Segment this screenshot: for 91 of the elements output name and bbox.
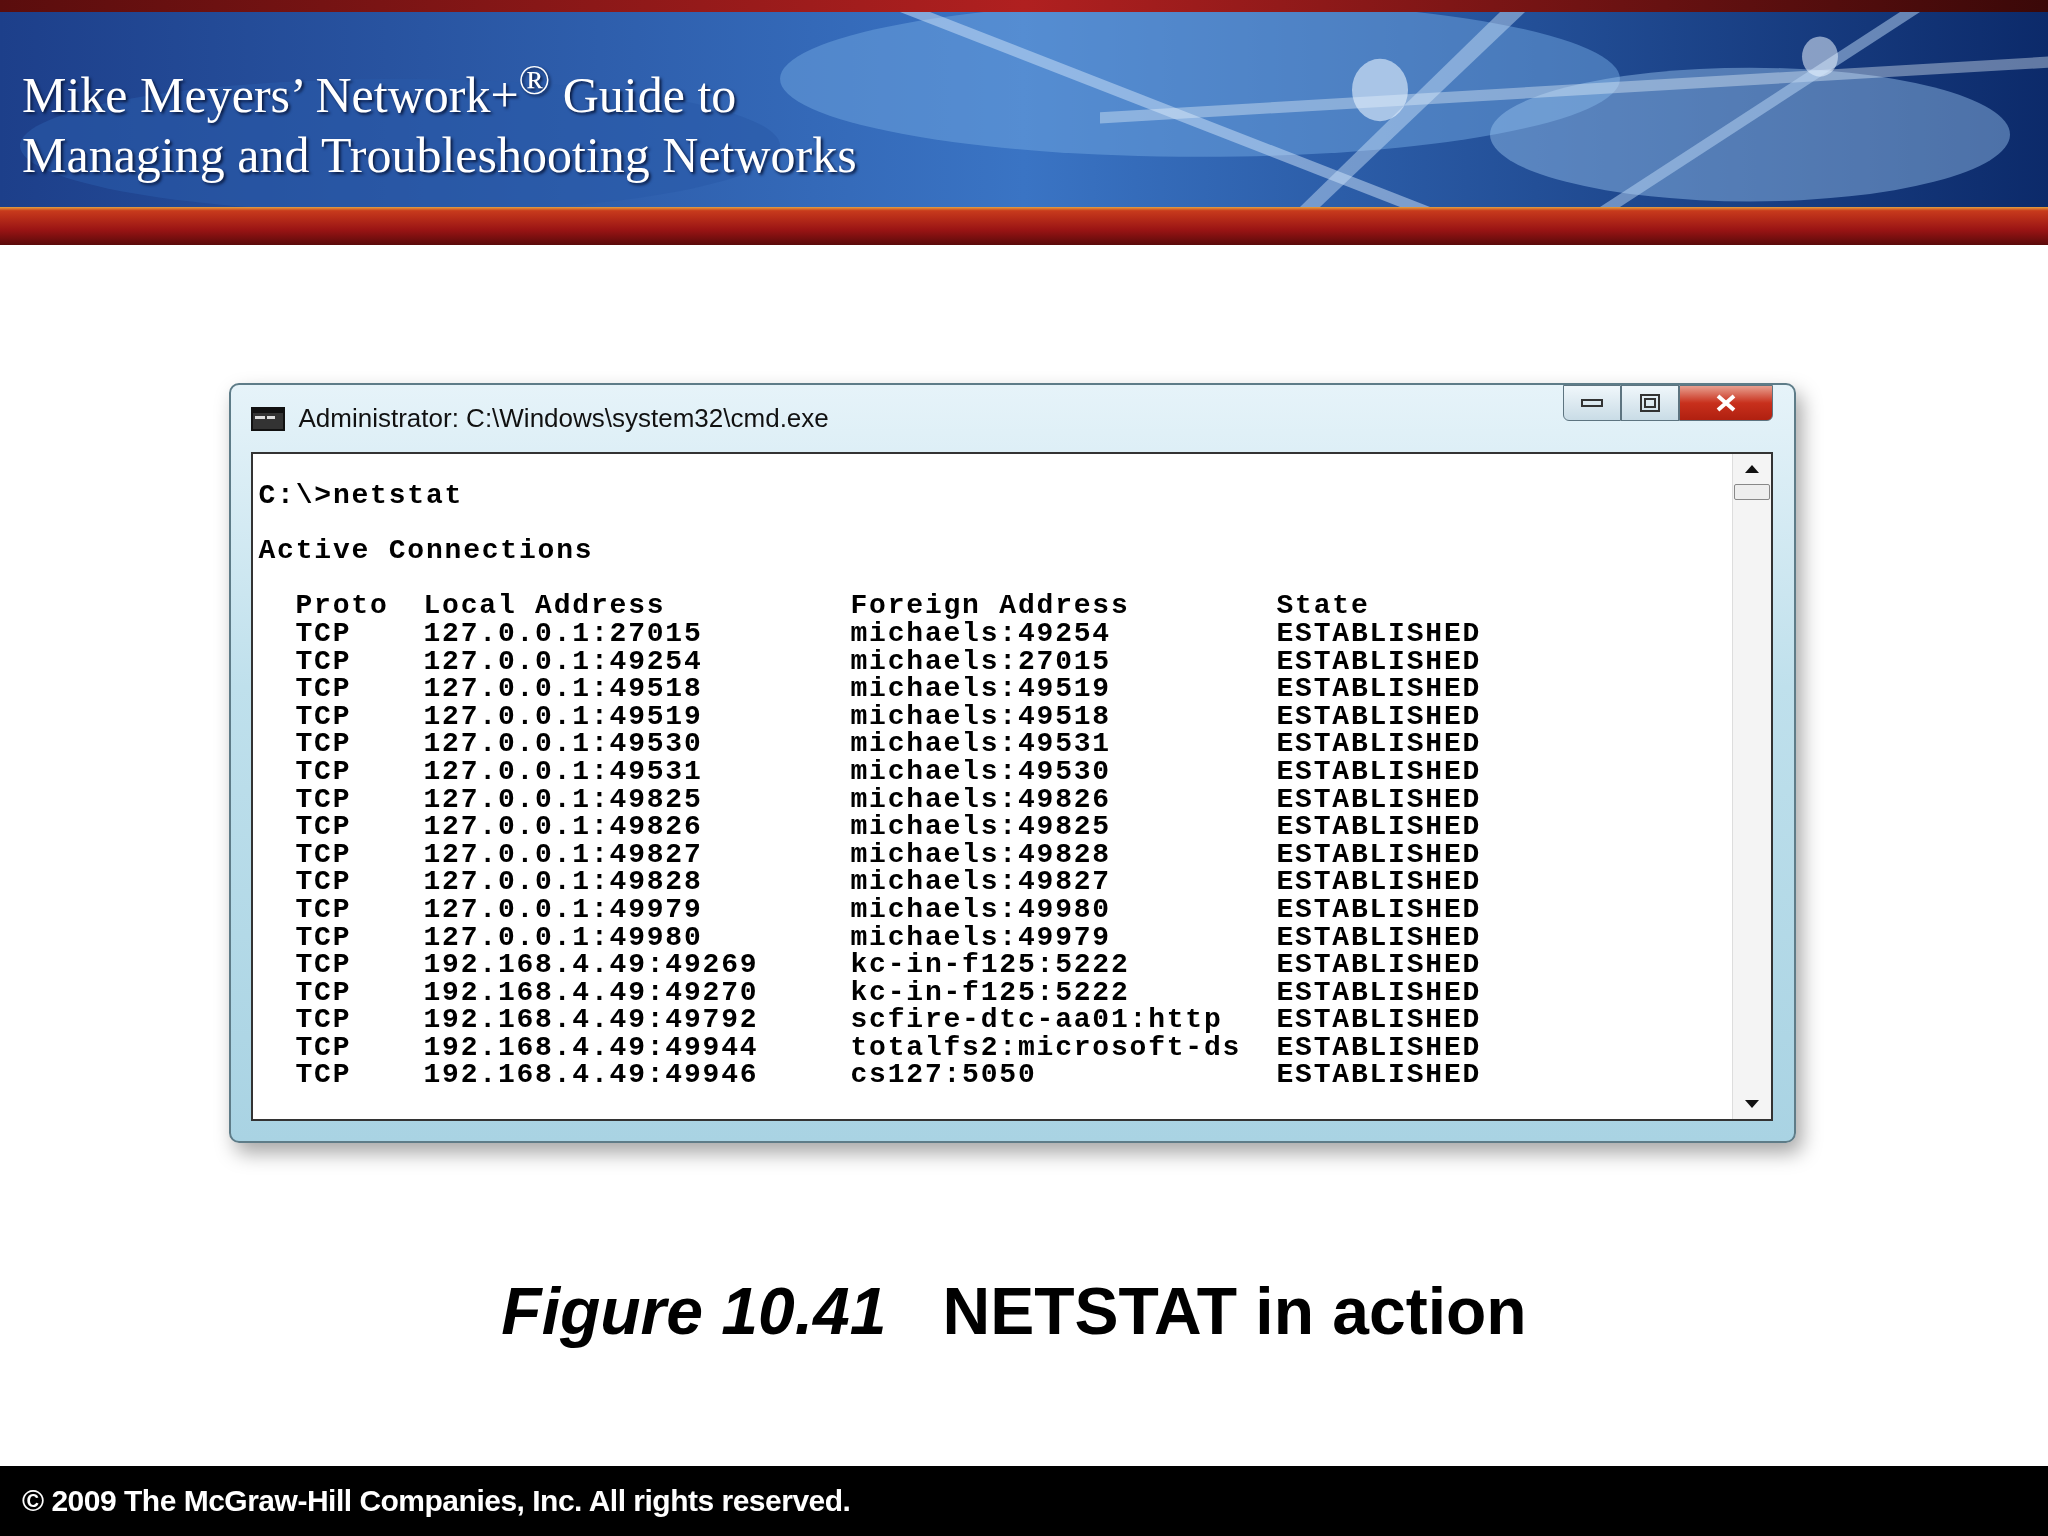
slide-title: Managing and Troubleshooting Networks bbox=[22, 125, 857, 185]
table-cell: TCP bbox=[295, 1033, 352, 1062]
table-cell: kc-in-f125:5222 bbox=[850, 951, 1130, 979]
table-cell: TCP bbox=[295, 868, 352, 896]
table-cell: michaels:49519 bbox=[850, 675, 1111, 703]
table-cell: ESTABLISHED bbox=[1276, 923, 1482, 952]
table-cell: 192.168.4.49:49792 bbox=[423, 1006, 759, 1034]
table-cell: 127.0.0.1:49826 bbox=[423, 813, 703, 841]
table-cell: 127.0.0.1:49825 bbox=[423, 785, 703, 814]
table-cell: ESTABLISHED bbox=[1276, 1006, 1482, 1034]
table-cell: TCP bbox=[295, 675, 352, 703]
table-cell: 127.0.0.1:49518 bbox=[423, 675, 703, 703]
column-header: Foreign Address bbox=[850, 592, 1130, 620]
table-cell: TCP bbox=[295, 785, 352, 814]
table-cell: TCP bbox=[295, 813, 352, 841]
close-button[interactable] bbox=[1678, 385, 1773, 421]
table-cell: ESTABLISHED bbox=[1276, 675, 1482, 703]
minimize-button[interactable] bbox=[1562, 385, 1621, 421]
column-header: State bbox=[1276, 592, 1370, 620]
table-cell: ESTABLISHED bbox=[1276, 730, 1482, 758]
table-cell: 127.0.0.1:27015 bbox=[423, 619, 703, 648]
table-cell: TCP bbox=[295, 923, 352, 952]
figure-caption: NETSTAT in action bbox=[942, 1273, 1527, 1349]
table-cell: 192.168.4.49:49944 bbox=[423, 1033, 759, 1062]
table-cell: totalfs2:microsoft-ds bbox=[850, 1033, 1242, 1062]
table-cell: TCP bbox=[295, 951, 352, 979]
maximize-icon bbox=[1639, 394, 1660, 412]
table-cell: 192.168.4.49:49946 bbox=[423, 1061, 759, 1090]
table-cell: 127.0.0.1:49531 bbox=[423, 757, 703, 786]
table-cell: TCP bbox=[295, 1006, 352, 1034]
table-cell: michaels:49254 bbox=[850, 619, 1111, 648]
table-cell: TCP bbox=[295, 757, 352, 786]
copyright-text: © 2009 The McGraw-Hill Companies, Inc. All rights reserved. bbox=[22, 1484, 851, 1518]
table-cell: ESTABLISHED bbox=[1276, 840, 1482, 869]
maximize-button[interactable] bbox=[1620, 385, 1679, 421]
window-title: Administrator: C:\Windows\system32\cmd.exe bbox=[298, 403, 829, 434]
table-cell: ESTABLISHED bbox=[1276, 868, 1482, 896]
table-cell: 192.168.4.49:49269 bbox=[423, 951, 759, 979]
scroll-down-icon[interactable] bbox=[1743, 1099, 1760, 1109]
slide-title: Mike Meyers’ Network+$^{®}$ Guide to bbox=[22, 56, 737, 125]
table-cell: michaels:49979 bbox=[850, 923, 1111, 952]
table-cell: TCP bbox=[295, 895, 352, 924]
table-cell: 127.0.0.1:49828 bbox=[423, 868, 703, 896]
scrollbar[interactable] bbox=[1731, 454, 1771, 1119]
table-cell: michaels:49531 bbox=[850, 730, 1111, 758]
table-cell: 127.0.0.1:49980 bbox=[423, 923, 703, 952]
minimize-icon bbox=[1580, 398, 1603, 408]
table-cell: TCP bbox=[295, 978, 352, 1007]
figure-label: Figure 10.41 bbox=[501, 1273, 887, 1349]
table-cell: ESTABLISHED bbox=[1276, 978, 1482, 1007]
table-cell: michaels:27015 bbox=[850, 647, 1111, 676]
table-cell: 127.0.0.1:49530 bbox=[423, 730, 703, 758]
table-cell: michaels:49530 bbox=[850, 757, 1111, 786]
table-cell: michaels:49826 bbox=[850, 785, 1111, 814]
table-cell: scfire-dtc-aa01:http bbox=[850, 1006, 1223, 1034]
table-cell: kc-in-f125:5222 bbox=[850, 978, 1130, 1007]
table-cell: ESTABLISHED bbox=[1276, 951, 1482, 979]
table-cell: michaels:49518 bbox=[850, 702, 1111, 731]
table-cell: TCP bbox=[295, 840, 352, 869]
table-cell: ESTABLISHED bbox=[1276, 702, 1482, 731]
table-cell: ESTABLISHED bbox=[1276, 1061, 1482, 1090]
table-cell: TCP bbox=[295, 619, 352, 648]
column-header: Local Address bbox=[423, 592, 666, 620]
console-icon bbox=[250, 406, 285, 431]
table-cell: ESTABLISHED bbox=[1276, 813, 1482, 841]
table-cell: michaels:49828 bbox=[850, 840, 1111, 869]
table-cell: TCP bbox=[295, 702, 352, 731]
scroll-thumb[interactable] bbox=[1733, 484, 1770, 500]
table-cell: 127.0.0.1:49827 bbox=[423, 840, 703, 869]
column-header: Proto bbox=[295, 592, 389, 620]
table-cell: 192.168.4.49:49270 bbox=[423, 978, 759, 1007]
table-cell: cs127:5050 bbox=[850, 1061, 1037, 1090]
table-cell: ESTABLISHED bbox=[1276, 895, 1482, 924]
table-cell: TCP bbox=[295, 647, 352, 676]
table-cell: 127.0.0.1:49979 bbox=[423, 895, 703, 924]
table-cell: TCP bbox=[295, 1061, 352, 1090]
table-cell: michaels:49980 bbox=[850, 895, 1111, 924]
table-cell: 127.0.0.1:49254 bbox=[423, 647, 703, 676]
table-cell: ESTABLISHED bbox=[1276, 757, 1482, 786]
close-icon bbox=[1714, 394, 1737, 412]
table-cell: michaels:49825 bbox=[850, 813, 1111, 841]
table-cell: ESTABLISHED bbox=[1276, 1033, 1482, 1062]
table-cell: michaels:49827 bbox=[850, 868, 1111, 896]
section-heading: Active Connections bbox=[258, 537, 594, 565]
table-cell: 127.0.0.1:49519 bbox=[423, 702, 703, 731]
table-cell: ESTABLISHED bbox=[1276, 647, 1482, 676]
scroll-up-icon[interactable] bbox=[1743, 464, 1760, 474]
command-line: C:\>netstat bbox=[258, 482, 464, 510]
table-cell: ESTABLISHED bbox=[1276, 785, 1482, 814]
table-cell: TCP bbox=[295, 730, 352, 758]
table-cell: ESTABLISHED bbox=[1276, 619, 1482, 648]
